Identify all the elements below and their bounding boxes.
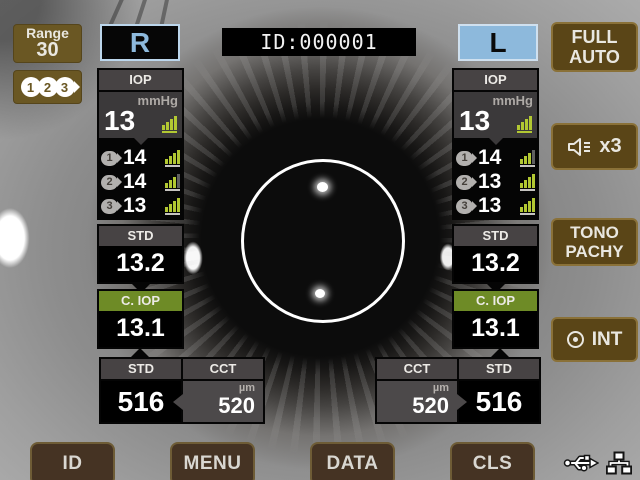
iop-reading-row: 3 13	[454, 194, 537, 218]
usb-icon	[563, 453, 599, 473]
signal-bars-icon	[520, 174, 535, 191]
target-icon	[567, 331, 584, 348]
status-icons	[563, 451, 632, 475]
range-button[interactable]: Range 30	[13, 24, 82, 63]
left-eye-button[interactable]: L	[458, 24, 538, 61]
menu-button[interactable]: MENU	[170, 442, 255, 480]
iop-average-readout: mmHg 13	[454, 92, 537, 138]
iop-reading-row: 2 14	[99, 170, 182, 194]
cct-header: CCT	[377, 359, 457, 379]
tonometer-screen: Range 30 1 2 3 R ID:000001 L FULL AUTO x…	[0, 0, 640, 480]
std-header: STD	[99, 226, 182, 246]
reading-2-badge: 2	[456, 175, 473, 190]
signal-bars-icon	[517, 116, 532, 133]
iop-average-readout: mmHg 13	[99, 92, 182, 138]
iop-reading-row: 3 13	[99, 194, 182, 218]
signal-bars-icon	[520, 150, 535, 167]
cct-std-value: 516	[101, 381, 181, 422]
alignment-dot-bottom	[315, 289, 325, 298]
beep-volume-button[interactable]: x3	[551, 123, 638, 170]
iop-reading-row: 1 14	[99, 146, 182, 170]
cct-std-header: STD	[101, 359, 181, 379]
ciop-header: C. IOP	[99, 291, 182, 311]
right-eye-ciop-block: C. IOP 13.1	[97, 289, 184, 349]
signal-bars-icon	[165, 174, 180, 191]
full-auto-button[interactable]: FULL AUTO	[551, 22, 638, 72]
iop-average-value: 13	[104, 108, 135, 133]
alignment-dot-top	[317, 182, 328, 192]
right-eye-std-block: STD 13.2	[97, 224, 184, 284]
left-eye-cct-panel: CCT STD µm 520 516	[375, 357, 541, 424]
left-eye-ciop-block: C. IOP 13.1	[452, 289, 539, 349]
iop-reading-row: 2 13	[454, 170, 537, 194]
reading-3-badge: 3	[456, 199, 473, 214]
iop-reading-row: 1 14	[454, 146, 537, 170]
cls-button[interactable]: CLS	[450, 442, 535, 480]
cct-std-value: 516	[459, 381, 539, 422]
reading-3-value: 13	[123, 195, 165, 217]
signal-bars-icon	[165, 150, 180, 167]
cct-value: 520	[412, 393, 449, 418]
reading-2-value: 13	[478, 171, 520, 193]
reading-3-badge: 3	[101, 199, 118, 214]
full-auto-line1: FULL	[572, 27, 618, 47]
iop-average-value: 13	[459, 108, 490, 133]
mode-line1: TONO	[570, 223, 619, 242]
data-button[interactable]: DATA	[310, 442, 395, 480]
cct-value-cell: µm 520	[377, 381, 457, 422]
range-label: Range	[26, 26, 69, 41]
cct-value: 520	[218, 393, 255, 418]
reading-3-value: 13	[478, 195, 520, 217]
signal-bars-icon	[162, 116, 177, 133]
lan-icon	[606, 451, 632, 475]
range-value: 30	[36, 40, 58, 61]
cct-std-header: STD	[459, 359, 539, 379]
iop-header: IOP	[454, 70, 537, 90]
speaker-icon	[567, 136, 593, 158]
right-eye-button[interactable]: R	[100, 24, 180, 61]
step-1-icon: 1	[21, 77, 41, 97]
reading-1-value: 14	[123, 147, 165, 169]
ciop-value: 13.1	[99, 311, 182, 347]
reading-2-value: 14	[123, 171, 165, 193]
cct-header: CCT	[183, 359, 263, 379]
std-value: 13.2	[99, 246, 182, 282]
left-eye-iop-panel: IOP mmHg 13 1 14 2 13 3 13	[452, 68, 539, 220]
ciop-value: 13.1	[454, 311, 537, 347]
measurement-count-button[interactable]: 1 2 3	[13, 70, 82, 104]
std-header: STD	[454, 226, 537, 246]
right-eye-cct-panel: STD CCT 516 µm 520	[99, 357, 265, 424]
int-button[interactable]: INT	[551, 317, 638, 362]
full-auto-line2: AUTO	[569, 47, 620, 67]
ciop-header: C. IOP	[454, 291, 537, 311]
beep-multiplier-label: x3	[599, 135, 621, 158]
reading-2-badge: 2	[101, 175, 118, 190]
patient-id-display: ID:000001	[222, 28, 416, 56]
mode-line2: PACHY	[565, 242, 623, 261]
iop-header: IOP	[99, 70, 182, 90]
signal-bars-icon	[520, 198, 535, 215]
tono-pachy-mode-button[interactable]: TONO PACHY	[551, 218, 638, 266]
std-value: 13.2	[454, 246, 537, 282]
right-eye-iop-panel: IOP mmHg 13 1 14 2 14 3 13	[97, 68, 184, 220]
reading-1-value: 14	[478, 147, 520, 169]
left-eye-std-block: STD 13.2	[452, 224, 539, 284]
reading-1-badge: 1	[456, 151, 473, 166]
cct-value-cell: µm 520	[183, 381, 263, 422]
reading-1-badge: 1	[101, 151, 118, 166]
int-label: INT	[592, 329, 623, 351]
id-button[interactable]: ID	[30, 442, 115, 480]
signal-bars-icon	[165, 198, 180, 215]
